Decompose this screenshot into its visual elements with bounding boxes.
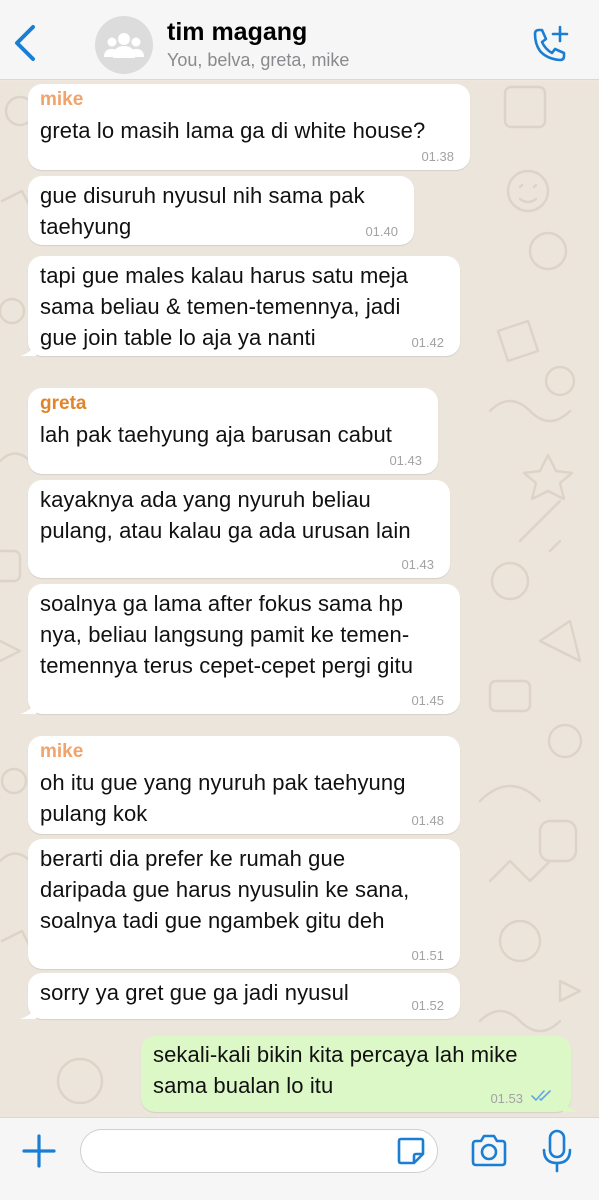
message-timestamp: 01.53 [490,1091,523,1106]
incoming-message[interactable]: greta lah pak taehyung aja barusan cabut 0… [28,388,438,474]
message-text: lah pak taehyung aja barusan cabut [40,422,392,447]
incoming-message[interactable]: gue disuruh nyusul nih sama pak taehyung… [28,176,414,245]
message-input[interactable] [80,1129,438,1173]
message-text: oh itu gue yang nyuruh pak taehyung pula… [40,770,406,826]
bubble-tail [563,1096,579,1112]
message-timestamp: 01.45 [411,693,444,708]
incoming-message[interactable]: mike oh itu gue yang nyuruh pak taehyung … [28,736,460,834]
incoming-message[interactable]: mike greta lo masih lama ga di white hous… [28,84,470,170]
chat-header: tim magang You, belva, greta, mike [0,0,599,80]
microphone-icon[interactable] [540,1128,574,1174]
message-sender[interactable]: mike [40,741,83,763]
message-text: kayaknya ada yang nyuruh beliau pulang, … [40,487,411,543]
message-timestamp: 01.38 [421,149,454,164]
chevron-left-icon[interactable] [8,22,42,64]
message-timestamp: 01.52 [411,998,444,1013]
incoming-message[interactable]: kayaknya ada yang nyuruh beliau pulang, … [28,480,450,578]
message-timestamp: 01.43 [389,453,422,468]
message-text: sekali-kali bikin kita percaya lah mike … [153,1042,518,1098]
message-text: berarti dia prefer ke rumah gue daripada… [40,846,410,933]
message-timestamp: 01.51 [411,948,444,963]
bubble-tail [20,1003,36,1019]
outgoing-message[interactable]: sekali-kali bikin kita percaya lah mike … [141,1036,579,1112]
add-call-icon[interactable] [527,24,571,68]
message-text: gue disuruh nyusul nih sama pak taehyung [40,183,365,239]
incoming-message[interactable]: sorry ya gret gue ga jadi nyusul 01.52 [20,973,460,1019]
chat-participants[interactable]: You, belva, greta, mike [167,50,349,71]
message-sender[interactable]: mike [40,89,83,111]
message-sender[interactable]: greta [40,393,86,415]
plus-icon[interactable] [18,1130,60,1172]
incoming-message[interactable]: soalnya ga lama after fokus sama hp nya,… [20,584,460,714]
bubble-tail [20,698,36,714]
message-text: sorry ya gret gue ga jadi nyusul [40,980,349,1005]
bubble-tail [20,340,36,356]
incoming-message[interactable]: tapi gue males kalau harus satu meja sam… [20,256,460,356]
group-avatar[interactable] [95,16,153,74]
message-composer [0,1117,599,1200]
message-text: greta lo masih lama ga di white house? [40,118,426,143]
chat-title[interactable]: tim magang [167,18,307,47]
sticker-icon[interactable] [395,1135,427,1167]
double-check-icon [531,1090,551,1101]
message-timestamp: 01.48 [411,813,444,828]
message-text: tapi gue males kalau harus satu meja sam… [40,263,409,350]
message-text: soalnya ga lama after fokus sama hp nya,… [40,591,414,678]
chat-screen: tim magang You, belva, greta, mike mike … [0,0,599,1200]
camera-icon[interactable] [468,1130,510,1172]
message-timestamp: 01.43 [401,557,434,572]
group-icon [104,33,144,58]
incoming-message[interactable]: berarti dia prefer ke rumah gue daripada… [28,839,460,969]
message-list[interactable]: mike greta lo masih lama ga di white hous… [0,81,599,1117]
message-timestamp: 01.40 [365,224,398,239]
message-timestamp: 01.42 [411,335,444,350]
